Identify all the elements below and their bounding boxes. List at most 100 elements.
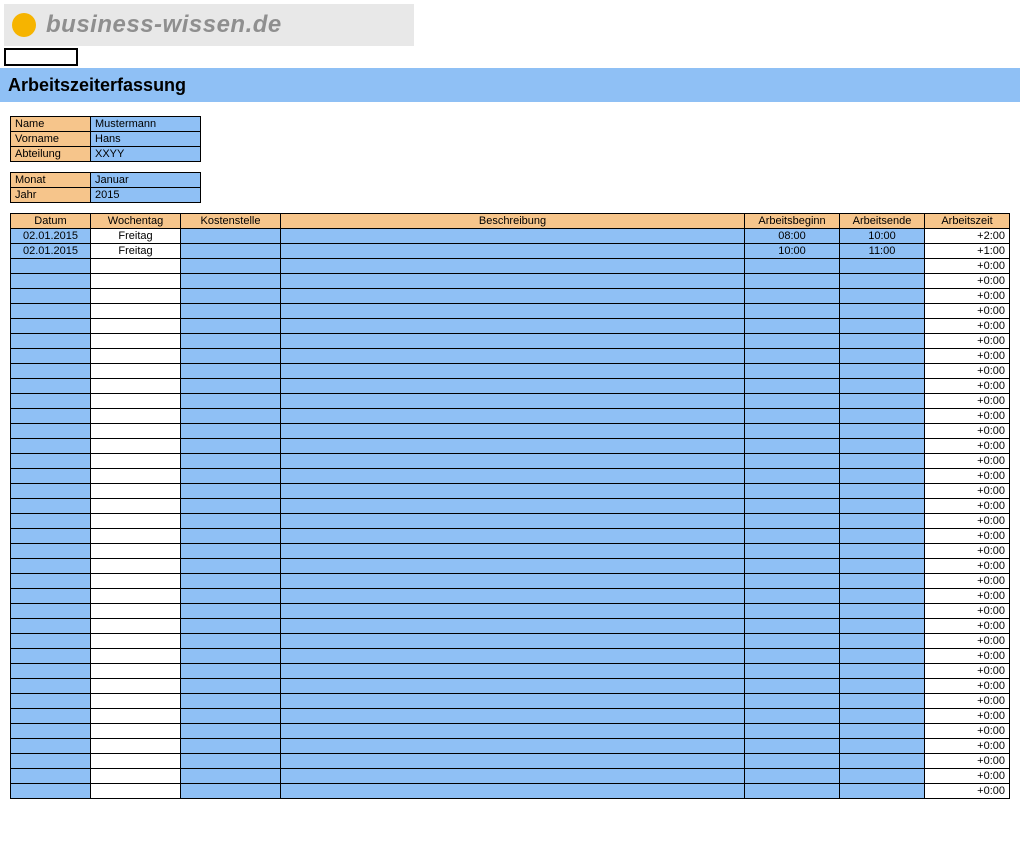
cell-arbeitsende[interactable] [840,649,925,664]
cell-arbeitsende[interactable] [840,559,925,574]
cell-wochentag[interactable] [91,694,181,709]
cell-arbeitsende[interactable] [840,514,925,529]
cell-beschreibung[interactable] [281,274,745,289]
cell-kostenstelle[interactable] [181,619,281,634]
cell-datum[interactable] [11,604,91,619]
cell-wochentag[interactable] [91,259,181,274]
cell-arbeitszeit[interactable]: +0:00 [925,319,1010,334]
cell-arbeitsende[interactable] [840,259,925,274]
cell-arbeitsende[interactable] [840,379,925,394]
cell-arbeitsende[interactable] [840,454,925,469]
meta-person-value[interactable]: Hans [91,132,201,147]
cell-kostenstelle[interactable] [181,484,281,499]
cell-kostenstelle[interactable] [181,454,281,469]
cell-arbeitsbeginn[interactable] [745,394,840,409]
cell-kostenstelle[interactable] [181,469,281,484]
cell-wochentag[interactable] [91,754,181,769]
cell-arbeitszeit[interactable]: +0:00 [925,754,1010,769]
cell-datum[interactable] [11,379,91,394]
cell-arbeitsende[interactable] [840,469,925,484]
cell-wochentag[interactable] [91,559,181,574]
cell-datum[interactable] [11,484,91,499]
cell-arbeitszeit[interactable]: +0:00 [925,724,1010,739]
cell-arbeitszeit[interactable]: +0:00 [925,709,1010,724]
cell-datum[interactable] [11,679,91,694]
cell-arbeitsende[interactable] [840,589,925,604]
cell-kostenstelle[interactable] [181,394,281,409]
cell-arbeitsbeginn[interactable] [745,589,840,604]
cell-beschreibung[interactable] [281,469,745,484]
cell-datum[interactable] [11,739,91,754]
cell-arbeitszeit[interactable]: +0:00 [925,589,1010,604]
cell-arbeitsende[interactable] [840,694,925,709]
cell-arbeitszeit[interactable]: +0:00 [925,454,1010,469]
cell-arbeitszeit[interactable]: +0:00 [925,769,1010,784]
cell-kostenstelle[interactable] [181,739,281,754]
cell-kostenstelle[interactable] [181,499,281,514]
cell-kostenstelle[interactable] [181,574,281,589]
cell-datum[interactable] [11,664,91,679]
cell-arbeitsbeginn[interactable] [745,334,840,349]
cell-datum[interactable] [11,529,91,544]
cell-arbeitsbeginn[interactable] [745,619,840,634]
cell-kostenstelle[interactable] [181,424,281,439]
col-arbeitsende[interactable]: Arbeitsende [840,214,925,229]
cell-beschreibung[interactable] [281,634,745,649]
cell-beschreibung[interactable] [281,574,745,589]
cell-wochentag[interactable] [91,349,181,364]
cell-datum[interactable] [11,394,91,409]
cell-arbeitsbeginn[interactable] [745,604,840,619]
cell-arbeitsende[interactable] [840,349,925,364]
cell-datum[interactable] [11,514,91,529]
cell-arbeitszeit[interactable]: +0:00 [925,409,1010,424]
cell-arbeitsbeginn[interactable] [745,694,840,709]
cell-arbeitsende[interactable] [840,409,925,424]
cell-arbeitsende[interactable] [840,424,925,439]
cell-wochentag[interactable] [91,574,181,589]
cell-wochentag[interactable] [91,334,181,349]
cell-beschreibung[interactable] [281,724,745,739]
cell-beschreibung[interactable] [281,364,745,379]
cell-kostenstelle[interactable] [181,604,281,619]
cell-beschreibung[interactable] [281,784,745,799]
cell-wochentag[interactable] [91,499,181,514]
cell-kostenstelle[interactable] [181,769,281,784]
cell-beschreibung[interactable] [281,409,745,424]
cell-kostenstelle[interactable] [181,304,281,319]
cell-datum[interactable] [11,649,91,664]
cell-beschreibung[interactable] [281,379,745,394]
cell-beschreibung[interactable] [281,544,745,559]
cell-kostenstelle[interactable] [181,724,281,739]
cell-arbeitszeit[interactable]: +0:00 [925,739,1010,754]
cell-arbeitsbeginn[interactable] [745,784,840,799]
cell-kostenstelle[interactable] [181,754,281,769]
cell-arbeitsende[interactable] [840,319,925,334]
cell-arbeitsbeginn[interactable] [745,769,840,784]
cell-arbeitsbeginn[interactable] [745,514,840,529]
cell-arbeitsende[interactable] [840,574,925,589]
cell-wochentag[interactable] [91,469,181,484]
cell-arbeitsbeginn[interactable] [745,349,840,364]
cell-kostenstelle[interactable] [181,289,281,304]
cell-wochentag[interactable] [91,304,181,319]
meta-person-value[interactable]: Mustermann [91,117,201,132]
cell-arbeitsbeginn[interactable] [745,709,840,724]
cell-arbeitsende[interactable] [840,619,925,634]
cell-kostenstelle[interactable] [181,379,281,394]
cell-kostenstelle[interactable] [181,514,281,529]
cell-kostenstelle[interactable] [181,439,281,454]
cell-datum[interactable] [11,634,91,649]
cell-arbeitszeit[interactable]: +0:00 [925,379,1010,394]
cell-beschreibung[interactable] [281,589,745,604]
cell-wochentag[interactable] [91,424,181,439]
cell-arbeitsende[interactable] [840,364,925,379]
cell-wochentag[interactable] [91,664,181,679]
cell-datum[interactable] [11,544,91,559]
cell-arbeitszeit[interactable]: +0:00 [925,394,1010,409]
cell-wochentag[interactable] [91,724,181,739]
cell-arbeitszeit[interactable]: +0:00 [925,364,1010,379]
cell-datum[interactable] [11,694,91,709]
cell-kostenstelle[interactable] [181,529,281,544]
cell-arbeitsende[interactable] [840,529,925,544]
cell-wochentag[interactable] [91,544,181,559]
